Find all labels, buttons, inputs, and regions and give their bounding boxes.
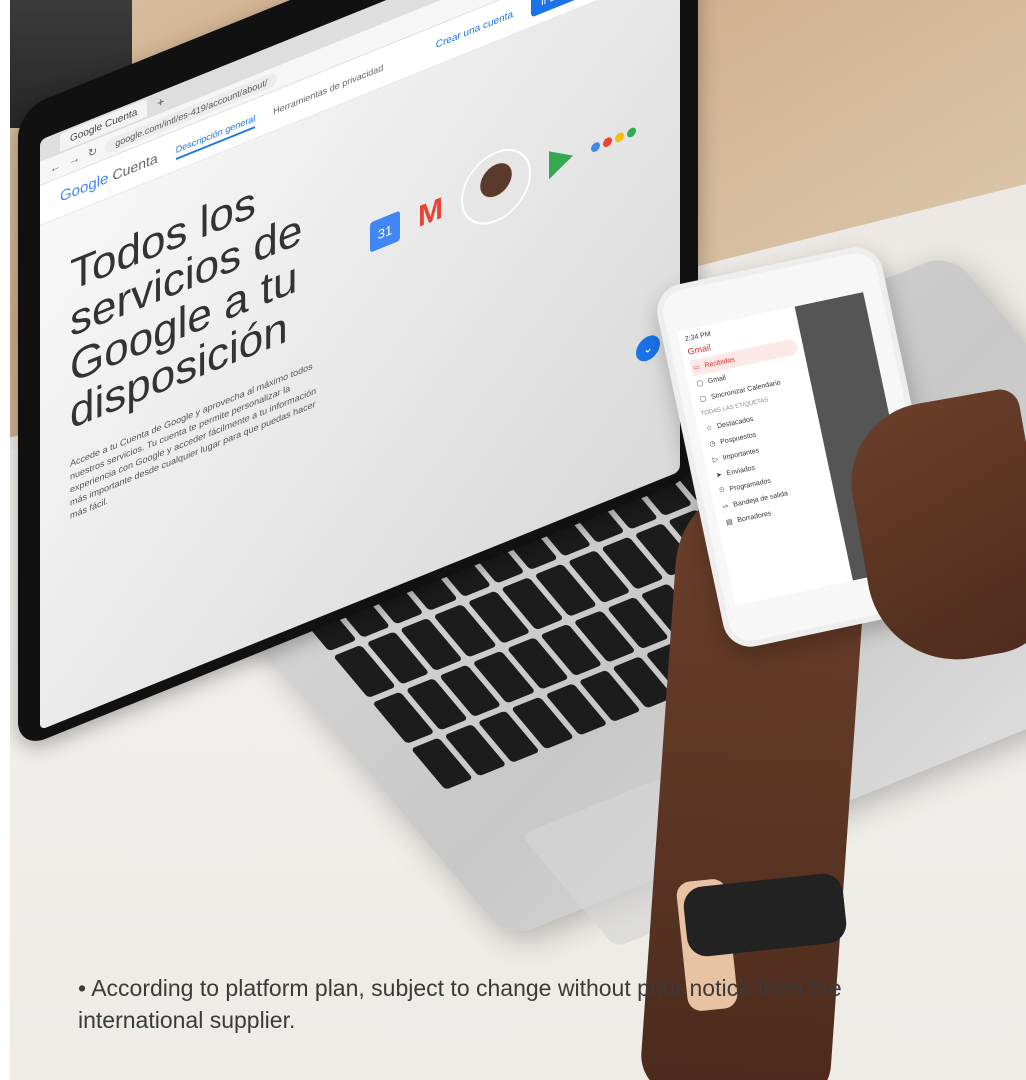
- caption-text: According to platform plan, subject to c…: [78, 975, 842, 1033]
- assistant-dot: [615, 130, 624, 144]
- drawer-item-icon: ▢: [699, 395, 708, 404]
- back-arrow-icon[interactable]: ←: [50, 159, 61, 175]
- drawer-item-icon: ▤: [725, 518, 734, 527]
- drawer-item-icon: ☆: [705, 424, 714, 433]
- assistant-icon: [591, 125, 636, 153]
- drawer-item-icon: ◷: [708, 440, 717, 449]
- play-store-icon: [549, 141, 573, 180]
- drawer-item-label: Enviados: [725, 464, 756, 477]
- assistant-dot: [591, 140, 600, 153]
- assistant-dot: [603, 135, 612, 149]
- drawer-item-icon: ⏲: [718, 486, 726, 495]
- google-product: Cuenta: [112, 149, 158, 184]
- forward-arrow-icon[interactable]: →: [69, 151, 80, 167]
- drawer-item-icon: ⇨: [722, 502, 730, 511]
- app-icons-row: 31 M: [370, 95, 636, 272]
- chevron-down-icon[interactable]: ⌄: [636, 331, 660, 366]
- drawer-item-icon: ▢: [695, 379, 704, 388]
- avatar: [461, 137, 531, 236]
- caption-bullet: •: [78, 975, 87, 1001]
- disclaimer-caption: • According to platform plan, subject to…: [78, 972, 878, 1036]
- gmail-icon: M: [418, 191, 443, 235]
- reload-icon[interactable]: ↻: [88, 144, 97, 161]
- new-tab-icon[interactable]: +: [157, 94, 164, 111]
- calendar-icon: 31: [370, 210, 400, 253]
- left-margin: [0, 0, 10, 1080]
- drawer-item-icon: ▭: [692, 363, 701, 373]
- drawer-item-icon: ▷: [712, 455, 719, 464]
- drawer-item-label: Gmail: [707, 374, 727, 385]
- drawer-item-label: Borradores: [736, 509, 773, 524]
- drawer-item-icon: ➤: [715, 471, 723, 480]
- photo-scene: Google Cuenta + ← → ↻ google.com/intl/es…: [0, 0, 1026, 1080]
- assistant-dot: [627, 125, 636, 139]
